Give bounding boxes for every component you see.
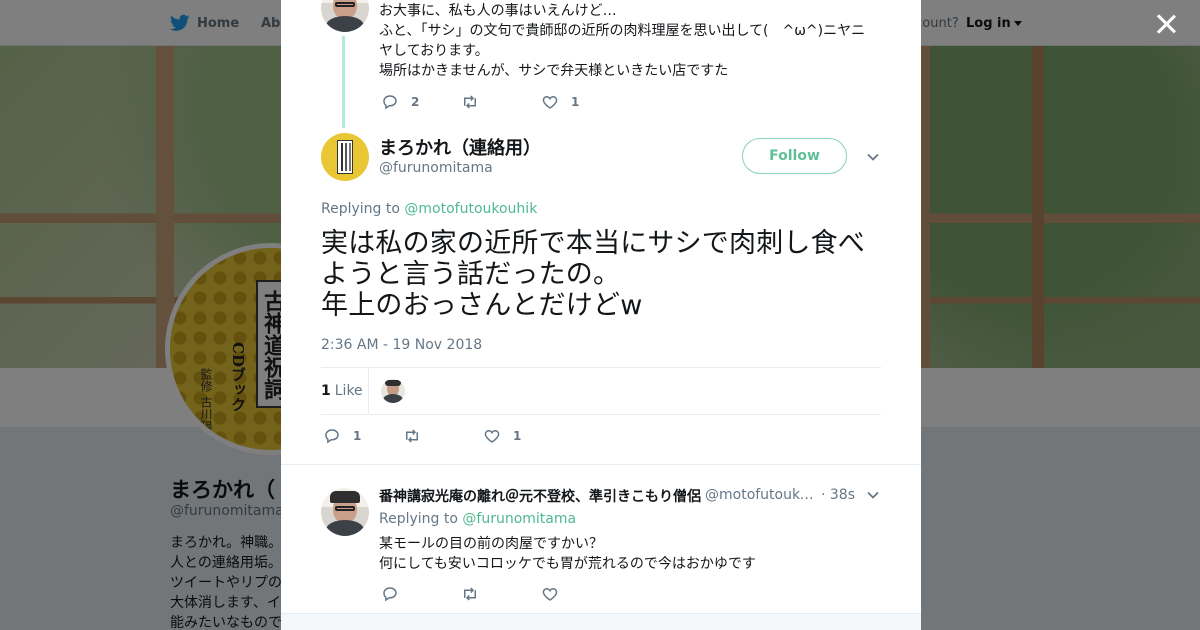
avatar-body [326,16,364,32]
main-tweet-line: 年上のおっさんとだけどw [321,290,643,321]
liker-avatar[interactable] [381,379,405,403]
heart-icon [542,95,558,109]
retweet-icon [464,587,476,601]
prev-tweet-text: お大事に、私も人の事はいえんけど… ふと、「サシ」の文句で貴師邸の近所の肉料理屋… [379,1,865,81]
avatar-glasses [335,2,355,7]
heart-icon [484,429,500,443]
like-count: 1 [571,95,580,109]
avatar-cd-text-lines [341,143,343,171]
prev-tweet-line: ヤしております。 [379,43,489,59]
follow-button[interactable]: Follow [742,138,847,174]
prev-tweet-actions: 2 1 [381,93,621,111]
like-stat-label: Like [334,383,363,399]
like-button[interactable] [541,585,621,603]
reply-tweet-line: 某モールの目の前の肉屋ですかい？ [379,536,603,552]
reply-tweet-line: 何にしても安いコロッケでも胃が荒れるので今はおかゆです [379,556,756,572]
tweet-stats: 1 Like [321,367,881,415]
reply-icon [325,429,339,444]
reply-icon [383,587,397,602]
reply-tweet-time[interactable]: · 38s [821,487,855,503]
replying-prefix: Replying to [321,201,400,217]
like-stat-link[interactable]: 1 Like [321,383,363,399]
main-tweet-avatar[interactable] [321,133,369,181]
reply-button[interactable]: 1 [323,427,403,445]
close-icon[interactable] [1155,13,1177,35]
like-stat-count: 1 [321,383,331,399]
chevron-down-icon[interactable] [866,150,880,164]
main-tweet-text: 実は私の家の近所で本当にサシで肉刺し食べ ようと言う話だったの。 年上のおっさん… [321,228,886,321]
reply-count: 2 [411,95,420,109]
reply-tweet-author-handle[interactable]: @motofutoukouhik [705,487,815,503]
main-tweet-actions: 1 1 [323,427,563,445]
reply-button[interactable]: 2 [381,93,461,111]
main-tweet-line: 実は私の家の近所で本当にサシで肉刺し食べ [321,228,865,259]
retweet-button[interactable] [461,585,541,603]
liker-hat [385,380,401,386]
prev-tweet-line: 場所はかきませんが、サシで弁天様といきたい店ですた [379,63,729,79]
prev-tweet-line: お大事に、私も人の事はいえんけど… [379,3,617,19]
replying-to: Replying to @furunomitama [379,511,576,527]
reply-count: 1 [353,429,362,443]
retweet-button[interactable] [403,427,483,445]
tweet-separator [281,464,921,465]
avatar-cd-panel [337,140,353,174]
main-tweet-author-handle[interactable]: @furunomitama [379,160,493,176]
avatar-hat [330,491,360,503]
retweet-icon [406,429,418,443]
liker-body [383,394,403,403]
reply-tweet-author-name[interactable]: 番神講寂光庵の離れ＠元不登校、準引きこもり僧侶 [379,486,701,506]
retweet-icon [464,95,476,109]
reply-button[interactable] [381,585,461,603]
reply-tweet-avatar[interactable] [321,488,369,536]
like-button[interactable]: 1 [483,427,563,445]
like-button[interactable]: 1 [541,93,621,111]
tweet-modal: お大事に、私も人の事はいえんけど… ふと、「サシ」の文句で貴師邸の近所の肉料理屋… [281,0,921,630]
avatar-body [326,520,364,536]
main-tweet-line: ようと言う話だったの。 [321,259,621,290]
reply-tweet-text: 某モールの目の前の肉屋ですかい？ 何にしても安いコロッケでも胃が荒れるので今はお… [379,534,756,574]
reply-tweet-actions [381,585,621,603]
prev-tweet-line: ふと、「サシ」の文句で貴師邸の近所の肉料理屋を思い出して( ^ω^)ニヤニ [379,23,866,39]
reply-icon [383,95,397,110]
stats-divider [368,368,369,414]
chevron-down-icon[interactable] [866,488,880,502]
like-count: 1 [513,429,522,443]
tweet-timestamp-link[interactable]: 2:36 AM - 19 Nov 2018 [321,337,482,353]
avatar-glasses [335,506,355,511]
replying-mention-link[interactable]: @furunomitama [462,511,576,527]
replying-mention-link[interactable]: @motofutoukouhik [404,201,537,217]
replying-to: Replying to @motofutoukouhik [321,201,537,217]
thread-connector-line [342,36,345,128]
retweet-button[interactable] [461,93,541,111]
prev-tweet-avatar[interactable] [321,0,369,32]
heart-icon [542,587,558,601]
replying-prefix: Replying to [379,511,458,527]
modal-bottom-bar [281,613,921,630]
main-tweet-author-name[interactable]: まろかれ（連絡用） [379,134,541,160]
